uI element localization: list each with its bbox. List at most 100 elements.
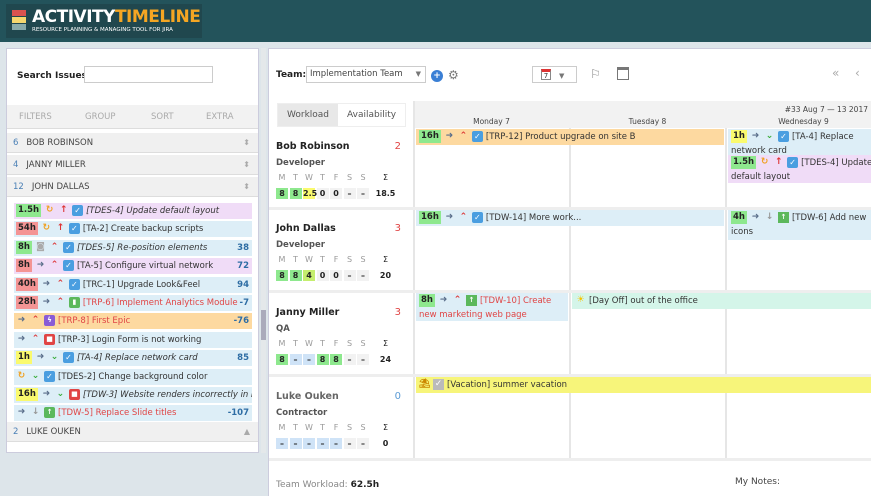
beach-icon: ⛱ (419, 379, 431, 389)
weekday-header: MTWTFSSΣ (276, 173, 401, 183)
filter-tabs: FILTERS GROUP SORT EXTRA (7, 105, 258, 129)
task-row[interactable]: 28h ➜ ⌃ ▮ [TRP-6] Implement Analytics Module… (14, 295, 252, 311)
epic-icon: ϟ (44, 315, 55, 327)
hours-cell: – (343, 438, 356, 449)
task-row[interactable]: ➜ ↓ ↑ [TDW-5] Replace Slide titles -107 (14, 405, 252, 422)
sort-icon[interactable]: ▲ (244, 422, 250, 442)
time-badge: 8h (16, 240, 32, 254)
double-up-icon: ⌃ (56, 278, 65, 289)
weekday-letter: W (305, 173, 313, 182)
task-row[interactable]: 1h ➜ ⌄ ✓ [TA-4] Replace network card 85 (14, 350, 252, 367)
task-row[interactable]: ↻ ⌄ ✓ [TDES-2] Change background color (14, 368, 252, 385)
group-count: 6 (13, 138, 19, 148)
issue-count[interactable]: 3 (395, 223, 401, 234)
group-luke-ouken[interactable]: 2 LUKE OUKEN ▲ (7, 422, 258, 442)
weekday-letter: M (278, 339, 286, 348)
hours-cell: – (330, 438, 342, 449)
task-row[interactable]: 54h ↻ ↑ ✓ [TA-2] Create backup scripts (14, 221, 252, 238)
team-select[interactable]: Implementation Team ▼ (306, 66, 426, 83)
task-title: [TRC-1] Upgrade Look&Feel (82, 279, 201, 290)
sort-icon[interactable]: ⬍ (243, 177, 250, 197)
weekday-letter: T (293, 339, 298, 348)
task-row[interactable]: ➜ ⌃ ϟ [TRP-8] First Epic -76 (14, 313, 252, 330)
tab-group[interactable]: GROUP (85, 112, 116, 122)
weekday-letter: M (278, 173, 286, 182)
calendar-event[interactable]: ☀ [Day Off] out of the office (572, 293, 871, 309)
time-badge: 16h (16, 388, 38, 401)
time-badge: 54h (16, 222, 38, 236)
tab-extra[interactable]: EXTRA (206, 112, 234, 122)
scrollbar-thumb[interactable] (261, 310, 266, 340)
task-row[interactable]: 40h ➜ ⌃ ✓ [TRC-1] Upgrade Look&Feel 94 (14, 276, 252, 293)
calendar-event[interactable]: 1h ➜ ⌄ ✓ [TA-4] Replace network card (728, 129, 871, 157)
calendar-grid-icon[interactable] (617, 67, 629, 80)
logo[interactable]: ACTIVITYTIMELINE RESOURCE PLANNING & MAN… (6, 4, 202, 38)
calendar-event[interactable]: 8h ➜ ⌃ ↑ [TDW-10] Create new marketing web p… (416, 293, 568, 321)
sort-icon[interactable]: ⬍ (243, 133, 250, 153)
gear-icon[interactable]: ⚙ (448, 68, 459, 82)
person-name[interactable]: Janny Miller (276, 307, 401, 318)
rank-number: 85 (237, 353, 249, 364)
date-picker[interactable]: 7 ▼ (532, 66, 577, 83)
tab-availability[interactable]: Availability (338, 104, 405, 126)
add-icon[interactable]: + (431, 70, 443, 82)
team-label: Team: (276, 70, 307, 80)
task-title: [TA-4] Replace network card (76, 353, 198, 364)
tab-workload[interactable]: Workload (278, 104, 339, 126)
person-name[interactable]: John Dallas (276, 223, 401, 234)
double-up-icon: ⌃ (31, 333, 40, 344)
sun-icon: ☀ (576, 295, 585, 305)
person-role: Developer (276, 240, 325, 250)
issue-count[interactable]: 2 (395, 141, 401, 152)
event-title: [Vacation] summer vacation (447, 380, 568, 390)
hours-cell: – (303, 354, 315, 365)
task-row[interactable]: 1.5h ↻ ↑ ✓ [TDES-4] Update default layout (14, 203, 252, 219)
person-name[interactable]: Luke Ouken (276, 391, 401, 402)
hours-cell: 8 (316, 354, 329, 365)
time-badge: 28h (16, 296, 38, 309)
group-row[interactable]: 4 JANNY MILLER ⬍ (7, 155, 258, 175)
tab-filters[interactable]: FILTERS (19, 112, 52, 122)
week-label: #33 Aug 7 — 13 2017 (784, 105, 868, 114)
hours-cell: 0 (330, 270, 342, 281)
issues-panel: Search Issues: FILTERS GROUP SORT EXTRA … (6, 48, 259, 453)
hours-cell: 24 (379, 355, 392, 364)
calendar-event[interactable]: 16h ➜ ⌃ ✓ [TDW-14] More work... (416, 210, 724, 226)
weekday-letter: S (360, 173, 366, 182)
group-row[interactable]: 12 JOHN DALLAS ⬍ (7, 177, 258, 197)
sort-icon[interactable]: ⬍ (243, 155, 250, 175)
double-chevron-left-icon[interactable]: « (832, 66, 839, 80)
scrollbar[interactable] (261, 48, 266, 453)
issue-count[interactable]: 0 (395, 391, 401, 402)
hours-cell: – (289, 438, 302, 449)
search-input[interactable] (84, 66, 213, 83)
hours-cell: – (316, 438, 329, 449)
calendar-event[interactable]: 4h ➜ ↓ ↑ [TDW-6] Add new icons (728, 210, 871, 240)
tab-sort[interactable]: SORT (151, 112, 174, 122)
calendar-event[interactable]: 16h ➜ ⌃ ✓ [TRP-12] Product upgrade on site B (416, 129, 724, 145)
hours-cell: – (357, 188, 369, 199)
check-icon: ✓ (44, 370, 55, 382)
arrow-up-icon: ↑ (59, 205, 68, 215)
daily-hours: – – – – – – –0 (276, 438, 398, 449)
improvement-icon: ↑ (777, 212, 789, 223)
bug-icon: ■ (68, 389, 80, 400)
hours-cell: 0 (382, 439, 389, 448)
day-monday: Monday 7 (473, 117, 510, 126)
group-row[interactable]: 6 BOB ROBINSON ⬍ (7, 133, 258, 153)
calendar-event[interactable]: 1.5h ↻ ↑ ✓ [TDES-4] Update default layout (728, 155, 871, 183)
task-row[interactable]: 16h ➜ ⌄ ■ [TDW-3] Website renders incorrectl… (14, 387, 252, 403)
rank-number: -7 (239, 298, 249, 308)
check-icon: ✓ (62, 241, 74, 253)
flag-icon[interactable]: ⚐ (590, 67, 601, 81)
task-row[interactable]: 8h ➜ ⌃ ✓ [TA-5] Configure virtual network 72 (14, 258, 252, 275)
chevron-left-icon[interactable]: ‹ (855, 66, 860, 80)
issue-count[interactable]: 3 (395, 307, 401, 318)
double-up-icon: ⌃ (56, 297, 65, 307)
calendar-event[interactable]: ⛱ ✓ [Vacation] summer vacation (416, 377, 871, 393)
task-row[interactable]: 8h ◙ ⌃ ✓ [TDES-5] Re-position elements 38 (14, 239, 252, 256)
daily-hours: 8 8 4 0 0– –20 (276, 270, 398, 281)
task-title: [TDW-5] Replace Slide titles (58, 408, 177, 419)
task-row[interactable]: ➜ ⌃ ■ [TRP-3] Login Form is not working (14, 331, 252, 348)
person-name[interactable]: Bob Robinson (276, 141, 401, 152)
